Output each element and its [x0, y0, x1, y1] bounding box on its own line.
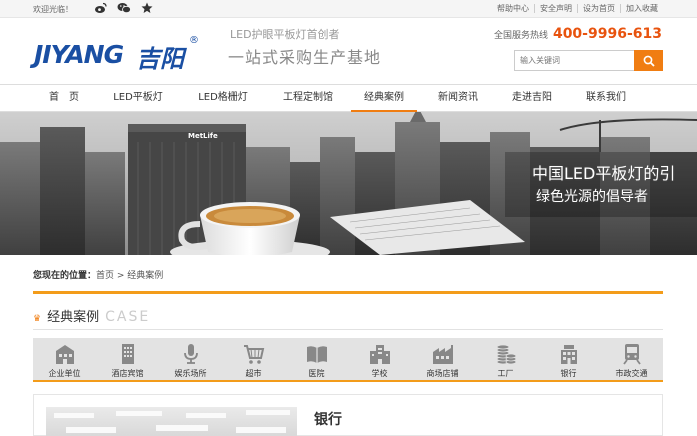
hotline-number: 400-9996-613: [552, 26, 662, 42]
category-label: 商场店铺: [426, 369, 459, 378]
category-transit[interactable]: 市政交通: [600, 338, 663, 380]
header: JIYANG 吉阳 ® LED护眼平板灯首创者 一站式采购生产基地 全国服务热线…: [0, 18, 697, 84]
category-label: 酒店宾馆: [111, 369, 144, 378]
category-label: 学校: [371, 369, 388, 378]
category-supermarket[interactable]: 超市: [222, 338, 285, 380]
category-label: 超市: [245, 369, 262, 378]
category-label: 娱乐场所: [174, 369, 207, 378]
registered-mark: ®: [189, 35, 199, 46]
section-title-cn: 经典案例: [47, 310, 100, 325]
crown-icon: ♛: [33, 314, 42, 324]
case-photo[interactable]: [46, 407, 297, 436]
section-title-en: CASE: [105, 309, 151, 325]
microphone-icon: [184, 344, 198, 364]
nav-classic-cases[interactable]: 经典案例: [351, 85, 417, 112]
book-icon: [307, 346, 327, 363]
nav-contact[interactable]: 联系我们: [573, 85, 639, 112]
banner-headline: 中国LED平板灯的引: [532, 164, 676, 183]
nav-news[interactable]: 新闻资讯: [425, 85, 491, 112]
hero-banner[interactable]: MetLife 中国LED平板灯的引 绿色光源的倡导者: [0, 112, 697, 255]
social-links: [94, 2, 153, 19]
divider-orange: [33, 291, 663, 294]
main-nav: 首 页 LED平板灯 LED格栅灯 工程定制馆 经典案例 新闻资讯 走进吉阳 联…: [0, 84, 697, 112]
slogan-line1: LED护眼平板灯首创者: [230, 28, 340, 41]
breadcrumb-current: 经典案例: [127, 271, 164, 281]
case-detail-panel: 银行: [33, 394, 663, 436]
bank-icon: [561, 345, 577, 364]
category-school[interactable]: 学校: [348, 338, 411, 380]
category-label: 医院: [308, 369, 325, 378]
breadcrumb: 您现在的位置：首页 > 经典案例: [33, 268, 163, 281]
site-logo[interactable]: JIYANG 吉阳 ®: [34, 32, 204, 78]
section-divider: [33, 329, 663, 330]
nav-about[interactable]: 走进吉阳: [499, 85, 565, 112]
nav-custom-project[interactable]: 工程定制馆: [271, 85, 345, 112]
security-statement-link[interactable]: 安全声明: [534, 4, 577, 13]
top-links: 帮助中心 安全声明 设为首页 加入收藏: [492, 4, 663, 13]
category-factory[interactable]: 工厂: [474, 338, 537, 380]
help-center-link[interactable]: 帮助中心: [492, 4, 534, 13]
coins-icon: [496, 344, 517, 365]
hotel-icon: [122, 344, 134, 364]
star-icon[interactable]: [141, 2, 153, 19]
category-label: 工厂: [497, 369, 514, 378]
shopping-cart-icon: [244, 345, 265, 364]
slogan-line2: 一站式采购生产基地: [228, 48, 382, 67]
category-entertainment[interactable]: 娱乐场所: [159, 338, 222, 380]
search-button[interactable]: [634, 50, 663, 71]
school-building-icon: [370, 345, 390, 364]
search-box: [514, 50, 663, 71]
hotline-label: 全国服务热线: [493, 31, 548, 41]
shop-icon: [433, 345, 453, 364]
case-title: 银行: [314, 412, 342, 428]
factory-building-icon: [56, 345, 74, 364]
category-enterprise[interactable]: 企业单位: [33, 338, 96, 380]
category-hotel[interactable]: 酒店宾馆: [96, 338, 159, 380]
case-category-bar: 企业单位 酒店宾馆 娱乐场所 超市 医院 学校 商场店铺 工厂 银行 市政交通: [33, 338, 663, 382]
add-favorite-link[interactable]: 加入收藏: [620, 4, 663, 13]
hotline: 全国服务热线 400-9996-613: [494, 26, 662, 42]
search-input[interactable]: [515, 51, 635, 70]
category-label: 银行: [560, 369, 577, 378]
breadcrumb-home-link[interactable]: 首页: [96, 271, 114, 281]
category-hospital[interactable]: 医院: [285, 338, 348, 380]
search-icon: [643, 55, 655, 67]
nav-home[interactable]: 首 页: [33, 85, 95, 112]
logo-text-cn: 吉阳: [136, 45, 184, 73]
logo-text-en: JIYANG: [34, 40, 124, 69]
set-homepage-link[interactable]: 设为首页: [577, 4, 620, 13]
nav-led-panel[interactable]: LED平板灯: [101, 85, 175, 112]
train-icon: [623, 344, 641, 365]
section-title: ♛ 经典案例 CASE: [33, 306, 150, 325]
category-bank[interactable]: 银行: [537, 338, 600, 380]
welcome-text: 欢迎光临！: [33, 5, 73, 14]
breadcrumb-label: 您现在的位置：: [33, 271, 97, 281]
category-label: 市政交通: [615, 369, 648, 378]
nav-led-grille[interactable]: LED格栅灯: [186, 85, 260, 112]
wechat-icon[interactable]: [117, 2, 131, 19]
category-label: 企业单位: [48, 369, 81, 378]
banner-subheadline: 绿色光源的倡导者: [536, 189, 648, 205]
breadcrumb-separator: >: [114, 271, 128, 281]
category-mall[interactable]: 商场店铺: [411, 338, 474, 380]
weibo-icon[interactable]: [94, 2, 107, 19]
top-bar: 欢迎光临！ 帮助中心 安全声明 设为首页 加入收藏: [0, 0, 697, 18]
banner-building-sign: MetLife: [188, 132, 218, 140]
